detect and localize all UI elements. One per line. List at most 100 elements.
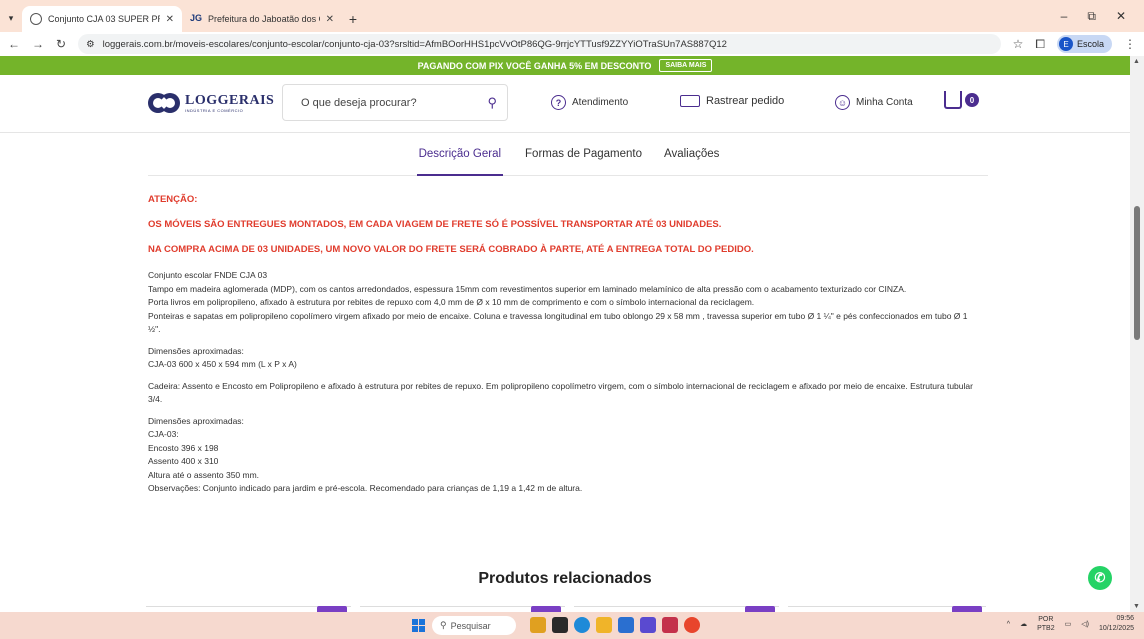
scrollbar-thumb[interactable]: [1134, 206, 1140, 340]
lang-top: POR: [1038, 616, 1054, 623]
promo-text: PAGANDO COM PIX VOCÊ GANHA 5% EM DESCONT…: [417, 60, 652, 71]
restore-icon[interactable]: ⧉: [1087, 9, 1096, 24]
atendimento-link[interactable]: ? Atendimento: [551, 95, 628, 110]
description-line: CJA-03:: [148, 429, 179, 439]
tab-title: Prefeitura do Jaboatão dos Gu: [208, 14, 320, 24]
tab-search-chevron-icon[interactable]: ▾: [0, 4, 22, 32]
logo-mark-icon: [148, 91, 182, 115]
app-icon[interactable]: [662, 617, 678, 633]
loggerais-logo[interactable]: LOGGERAIS INDÚSTRIA E COMÉRCIO: [148, 91, 274, 115]
scroll-up-icon[interactable]: ▲: [1133, 58, 1140, 65]
browser-tab-conjunto[interactable]: Conjunto CJA 03 SUPER PROMO ✕: [22, 6, 182, 32]
extensions-icon[interactable]: ⧠: [1035, 37, 1045, 52]
product-description: ATENÇÃO: OS MÓVEIS SÃO ENTREGUES MONTADO…: [148, 194, 978, 504]
description-paragraph: Dimensões aproximadas: CJA-03 600 x 450 …: [148, 345, 978, 372]
search-input[interactable]: O que deseja procurar? ⚲: [282, 84, 508, 121]
rastrear-pedido-link[interactable]: Rastrear pedido: [680, 95, 784, 107]
lang-bottom: PTB2: [1037, 625, 1055, 632]
tab-formas-pagamento[interactable]: Formas de Pagamento: [525, 142, 642, 176]
description-line: Encosto 396 x 198: [148, 442, 219, 453]
browser-tab-bar: ▾ Conjunto CJA 03 SUPER PROMO ✕ JG Prefe…: [0, 0, 1144, 32]
browser-tab-prefeitura[interactable]: JG Prefeitura do Jaboatão dos Gu ✕: [182, 6, 342, 32]
rastrear-label: Rastrear pedido: [706, 95, 785, 107]
store-icon[interactable]: [618, 617, 634, 633]
saiba-mais-button[interactable]: SAIBA MAIS: [659, 59, 713, 72]
description-line: Dimensões aproximadas:: [148, 345, 244, 356]
cart-button[interactable]: 0: [944, 91, 979, 109]
teams-icon[interactable]: [640, 617, 656, 633]
widgets-icon[interactable]: [530, 617, 546, 633]
description-line: Assento 400 x 310: [148, 456, 219, 466]
description-line: Observações: Conjunto indicado para jard…: [148, 483, 583, 493]
description-line: CJA-03 600 x 450 x 594 mm (L x P x A): [148, 359, 297, 369]
site-info-icon[interactable]: ⚙: [86, 39, 95, 50]
taskbar-search-input[interactable]: ⚲ Pesquisar: [432, 616, 516, 635]
site-header: LOGGERAIS INDÚSTRIA E COMÉRCIO O que des…: [0, 75, 1130, 133]
tab-avaliacoes[interactable]: Avaliações: [664, 142, 719, 176]
warning-line: OS MÓVEIS SÃO ENTREGUES MONTADOS, EM CAD…: [148, 219, 722, 230]
web-page: PAGANDO COM PIX VOCÊ GANHA 5% EM DESCONT…: [0, 56, 1130, 612]
chevron-up-icon[interactable]: ^: [1007, 621, 1010, 628]
scroll-down-icon[interactable]: ▼: [1133, 603, 1140, 610]
close-window-icon[interactable]: ✕: [1116, 9, 1126, 23]
description-paragraph: Cadeira: Assento e Encosto em Polipropil…: [148, 380, 978, 407]
help-icon: ?: [551, 95, 566, 110]
warning-heading: ATENÇÃO:: [148, 194, 198, 205]
search-icon[interactable]: ⚲: [487, 95, 497, 111]
forward-icon[interactable]: →: [32, 37, 44, 51]
address-toolbar: ← → ↻ ⚙ loggerais.com.br/moveis-escolare…: [0, 32, 1144, 56]
bookmark-star-icon[interactable]: ☆: [1013, 37, 1024, 51]
taskbar-search-placeholder: Pesquisar: [450, 620, 491, 631]
system-tray: ^ ☁ POR PTB2 ▭ ◁) 09:56 10/12/2025: [1007, 614, 1134, 634]
description-line: Tampo em madeira aglomerada (MDP), com o…: [148, 283, 907, 294]
description-line: Dimensões aproximadas:: [148, 415, 244, 426]
more-menu-icon[interactable]: ⋮: [1124, 37, 1136, 51]
network-icon[interactable]: ☁: [1020, 620, 1027, 628]
description-paragraph: Dimensões aproximadas: CJA-03: Encosto 3…: [148, 415, 978, 496]
description-line: Altura até o assento 350 mm.: [148, 469, 260, 480]
truck-icon: [680, 95, 700, 107]
file-explorer-icon[interactable]: [596, 617, 612, 633]
language-indicator[interactable]: POR PTB2: [1037, 615, 1055, 633]
profile-label: Escola: [1076, 39, 1104, 49]
clock[interactable]: 09:56 10/12/2025: [1099, 614, 1134, 634]
page-scrollbar[interactable]: ▲ ▼: [1130, 56, 1144, 612]
description-line: Conjunto escolar FNDE CJA 03: [148, 270, 268, 280]
edge-icon[interactable]: [574, 617, 590, 633]
profile-button[interactable]: E Escola: [1056, 35, 1112, 53]
url-field[interactable]: ⚙ loggerais.com.br/moveis-escolares/conj…: [78, 34, 1001, 54]
cart-icon: [944, 91, 962, 109]
minimize-icon[interactable]: –: [1061, 9, 1068, 23]
task-view-icon[interactable]: [552, 617, 568, 633]
conta-label: Minha Conta: [856, 97, 913, 108]
description-line: Porta livros em polipropileno, afixado à…: [148, 297, 755, 307]
description-paragraph: Conjunto escolar FNDE CJA 03 Tampo em ma…: [148, 269, 978, 337]
volume-icon[interactable]: ◁): [1081, 620, 1089, 628]
clock-date: 10/12/2025: [1098, 625, 1134, 632]
new-tab-button[interactable]: +: [342, 6, 364, 32]
close-icon[interactable]: ✕: [166, 14, 174, 25]
tab-title: Conjunto CJA 03 SUPER PROMO: [48, 14, 160, 24]
atendimento-label: Atendimento: [572, 97, 629, 108]
close-icon[interactable]: ✕: [326, 14, 334, 25]
search-icon: ⚲: [440, 620, 447, 630]
avatar: E: [1058, 37, 1073, 51]
tab-descricao-geral[interactable]: Descrição Geral: [416, 142, 504, 176]
windows-taskbar: ⚲ Pesquisar ^ ☁ POR PTB2 ▭ ◁) 09:56 10/1…: [0, 612, 1144, 639]
reload-icon[interactable]: ↻: [56, 37, 66, 51]
cart-count-badge: 0: [965, 93, 979, 107]
logo-text: LOGGERAIS: [185, 92, 275, 108]
user-icon: ☺: [835, 95, 850, 110]
minha-conta-link[interactable]: ☺ Minha Conta: [835, 95, 913, 110]
windows-start-icon[interactable]: [412, 619, 425, 632]
product-tabs: Descrição Geral Formas de Pagamento Aval…: [148, 142, 988, 176]
chrome-icon[interactable]: [684, 617, 700, 633]
back-icon[interactable]: ←: [8, 37, 20, 51]
jg-favicon-icon: JG: [190, 13, 203, 23]
url-text: loggerais.com.br/moveis-escolares/conjun…: [102, 38, 727, 50]
whatsapp-icon[interactable]: ✆: [1088, 566, 1112, 590]
warning-line: NA COMPRA ACIMA DE 03 UNIDADES, UM NOVO …: [148, 244, 754, 255]
display-icon[interactable]: ▭: [1065, 620, 1072, 628]
description-line: Cadeira: Assento e Encosto em Polipropil…: [148, 380, 973, 405]
description-text: Conjunto escolar FNDE CJA 03 Tampo em ma…: [148, 269, 978, 496]
